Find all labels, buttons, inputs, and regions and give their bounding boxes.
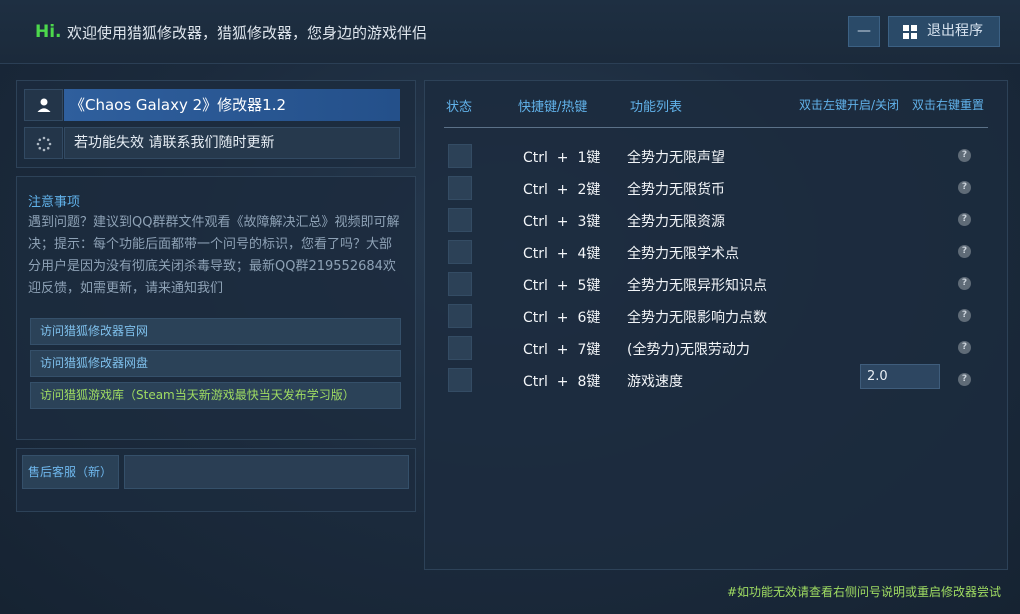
status-checkbox[interactable]: [448, 336, 472, 360]
cheat-hotkey: Ctrl + 1键: [523, 150, 601, 166]
footer-note: #如功能无效请查看右侧问号说明或重启修改器尝试: [727, 585, 1002, 599]
column-function-list: 功能列表: [630, 100, 683, 115]
cheat-name: (全势力)无限劳动力: [627, 342, 750, 358]
game-title: 《Chaos Galaxy 2》修改器1.2: [64, 89, 400, 121]
cheat-row[interactable]: Ctrl + 6键 全势力无限影响力点数 ?: [444, 304, 984, 330]
help-question-icon[interactable]: ?: [958, 149, 971, 162]
loading-icon-box: [24, 127, 63, 159]
game-title-row: 《Chaos Galaxy 2》修改器1.2: [24, 89, 400, 121]
cheat-hotkey: Ctrl + 6键: [523, 310, 601, 326]
exit-button[interactable]: 退出程序: [888, 16, 1000, 47]
notice-title: 注意事项: [28, 195, 81, 210]
status-checkbox[interactable]: [448, 272, 472, 296]
notice-body: 遇到问题？建议到QQ群群文件观看《故障解决汇总》视频即可解决；提示：每个功能后面…: [28, 215, 400, 296]
cheat-name: 全势力无限资源: [627, 214, 725, 230]
exit-button-label: 退出程序: [927, 23, 983, 39]
cheat-row[interactable]: Ctrl + 2键 全势力无限货币 ?: [444, 176, 984, 202]
status-checkbox[interactable]: [448, 304, 472, 328]
status-checkbox[interactable]: [448, 368, 472, 392]
windows-icon: [903, 25, 917, 39]
cheat-name: 全势力无限货币: [627, 182, 725, 198]
cheat-hotkey: Ctrl + 2键: [523, 182, 601, 198]
user-icon-box: [24, 89, 63, 121]
welcome-text: 欢迎使用猎狐修改器，猎狐修改器，您身边的游戏伴侣: [67, 24, 428, 42]
help-question-icon[interactable]: ?: [958, 181, 971, 194]
game-speed-input[interactable]: [860, 364, 940, 389]
cheat-hotkey: Ctrl + 8键: [523, 374, 601, 390]
game-library-link[interactable]: 访问猎狐游戏库（Steam当天新游戏最快当天发布学习版）: [30, 382, 401, 409]
help-question-icon[interactable]: ?: [958, 277, 971, 290]
cheat-name: 全势力无限学术点: [627, 246, 739, 262]
official-site-link[interactable]: 访问猎狐修改器官网: [30, 318, 401, 345]
cheat-hotkey: Ctrl + 3键: [523, 214, 601, 230]
cheat-row[interactable]: Ctrl + 7键 (全势力)无限劳动力 ?: [444, 336, 984, 362]
status-checkbox[interactable]: [448, 176, 472, 200]
cheat-name: 全势力无限异形知识点: [627, 278, 767, 294]
loading-spinner-icon: [36, 136, 52, 152]
column-hotkey: 快捷键/热键: [518, 100, 588, 115]
cheat-row[interactable]: Ctrl + 5键 全势力无限异形知识点 ?: [444, 272, 984, 298]
update-notice-row: 若功能失效 请联系我们随时更新: [24, 127, 400, 159]
cheat-row[interactable]: Ctrl + 4键 全势力无限学术点 ?: [444, 240, 984, 266]
reset-hint: 双击右键重置: [912, 98, 985, 112]
cheat-name: 全势力无限影响力点数: [627, 310, 767, 326]
status-checkbox[interactable]: [448, 144, 472, 168]
help-question-icon[interactable]: ?: [958, 245, 971, 258]
cheat-name: 游戏速度: [627, 374, 683, 390]
cheat-name: 全势力无限声望: [627, 150, 725, 166]
after-sales-service-button[interactable]: 售后客服（新）: [22, 455, 119, 489]
cheat-hotkey: Ctrl + 4键: [523, 246, 601, 262]
help-question-icon[interactable]: ?: [958, 341, 971, 354]
help-question-icon[interactable]: ?: [958, 309, 971, 322]
title-bar: Hi. 欢迎使用猎狐修改器，猎狐修改器，您身边的游戏伴侣 — 退出程序: [0, 0, 1020, 64]
help-question-icon[interactable]: ?: [958, 373, 971, 386]
cheat-hotkey: Ctrl + 7键: [523, 342, 601, 358]
cheat-row[interactable]: Ctrl + 3键 全势力无限资源 ?: [444, 208, 984, 234]
netdisk-link[interactable]: 访问猎狐修改器网盘: [30, 350, 401, 377]
header-divider: [444, 127, 988, 128]
user-icon: [37, 98, 51, 112]
cheat-row[interactable]: Ctrl + 1键 全势力无限声望 ?: [444, 144, 984, 170]
status-checkbox[interactable]: [448, 208, 472, 232]
hi-logo: Hi.: [35, 22, 62, 42]
cheat-row[interactable]: Ctrl + 8键 游戏速度 ?: [444, 364, 984, 394]
toggle-hint: 双击左键开启/关闭: [799, 98, 900, 112]
column-status: 状态: [446, 100, 473, 115]
status-checkbox[interactable]: [448, 240, 472, 264]
service-info-box: [124, 455, 409, 489]
cheat-hotkey: Ctrl + 5键: [523, 278, 601, 294]
minimize-button[interactable]: —: [848, 16, 880, 47]
help-question-icon[interactable]: ?: [958, 213, 971, 226]
update-notice-text: 若功能失效 请联系我们随时更新: [64, 127, 400, 159]
